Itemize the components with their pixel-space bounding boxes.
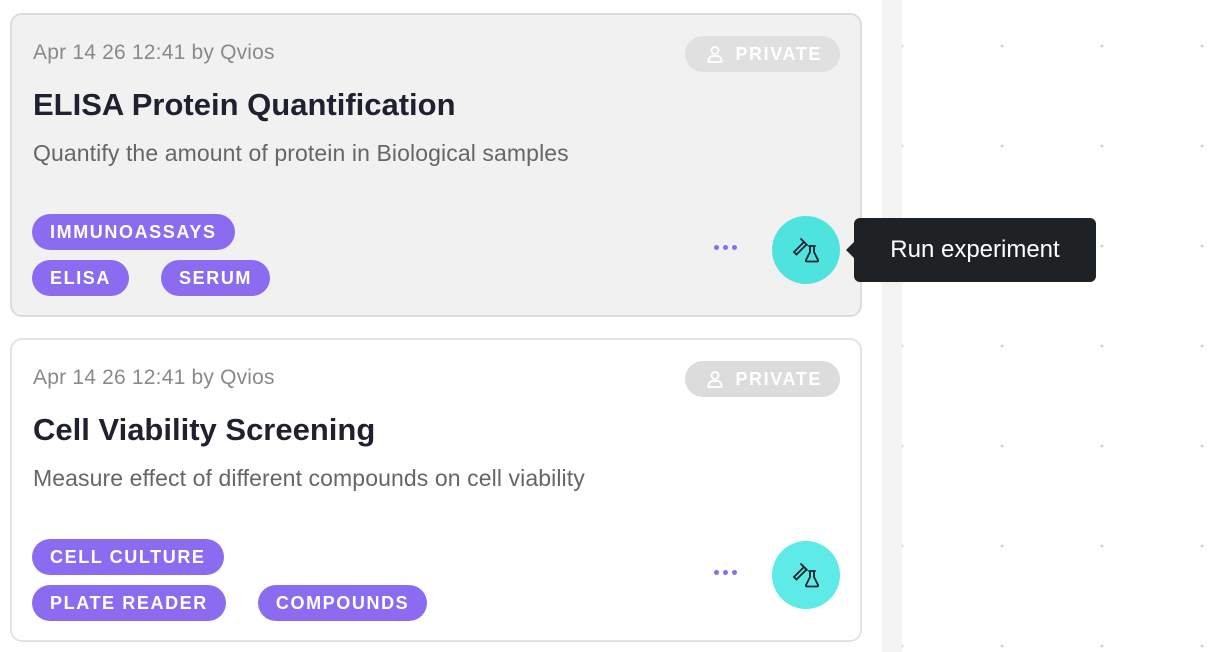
tag[interactable]: CELL CULTURE: [32, 539, 224, 575]
card-author: by Qvios: [191, 366, 275, 389]
visibility-badge: PRIVATE: [685, 361, 840, 397]
run-experiment-tooltip: Run experiment: [846, 218, 1096, 282]
scroll-gutter: [882, 0, 902, 652]
card-description: Measure effect of different compounds on…: [33, 465, 585, 491]
card-meta: Apr 14 26 12:41 by Qvios: [33, 366, 275, 390]
tag[interactable]: COMPOUNDS: [257, 585, 428, 621]
tag[interactable]: IMMUNOASSAYS: [32, 214, 235, 250]
more-dot: [732, 245, 737, 250]
person-icon: [708, 371, 723, 388]
tag[interactable]: PLATE READER: [32, 585, 226, 621]
dotted-canvas: [902, 0, 1212, 652]
more-dot: [723, 245, 728, 250]
card-date: Apr 14 26 12:41: [33, 366, 186, 389]
more-options-button[interactable]: [714, 245, 737, 250]
card-title[interactable]: ELISA Protein Quantification: [33, 87, 456, 123]
flask-test-tube-icon: [793, 238, 820, 263]
card-meta: Apr 14 26 12:41 by Qvios: [33, 41, 275, 65]
more-options-button[interactable]: [714, 570, 737, 575]
person-icon: [708, 46, 723, 63]
card-title[interactable]: Cell Viability Screening: [33, 412, 375, 448]
run-experiment-button[interactable]: [772, 541, 840, 609]
visibility-label: PRIVATE: [735, 43, 822, 64]
experiment-card[interactable]: Apr 14 26 12:41 by Qvios PRIVATE ELISA Pr…: [10, 13, 862, 317]
experiment-card[interactable]: Apr 14 26 12:41 by Qvios PRIVATE Cell Via…: [10, 338, 862, 642]
more-dot: [714, 570, 719, 575]
run-experiment-button[interactable]: [772, 216, 840, 284]
card-description: Quantify the amount of protein in Biolog…: [33, 140, 569, 166]
visibility-label: PRIVATE: [735, 368, 822, 389]
flask-test-tube-icon: [793, 563, 820, 588]
tag[interactable]: SERUM: [161, 260, 271, 296]
visibility-badge: PRIVATE: [685, 36, 840, 72]
tag[interactable]: ELISA: [32, 260, 130, 296]
more-dot: [732, 570, 737, 575]
tag-list: IMMUNOASSAYS ELISA SERUM: [32, 214, 672, 306]
card-date: Apr 14 26 12:41: [33, 41, 186, 64]
tag-list: CELL CULTURE PLATE READER COMPOUNDS: [32, 539, 672, 631]
card-author: by Qvios: [191, 41, 275, 64]
more-dot: [714, 245, 719, 250]
more-dot: [723, 570, 728, 575]
experiment-list-page: Apr 14 26 12:41 by Qvios PRIVATE ELISA Pr…: [0, 0, 1212, 652]
